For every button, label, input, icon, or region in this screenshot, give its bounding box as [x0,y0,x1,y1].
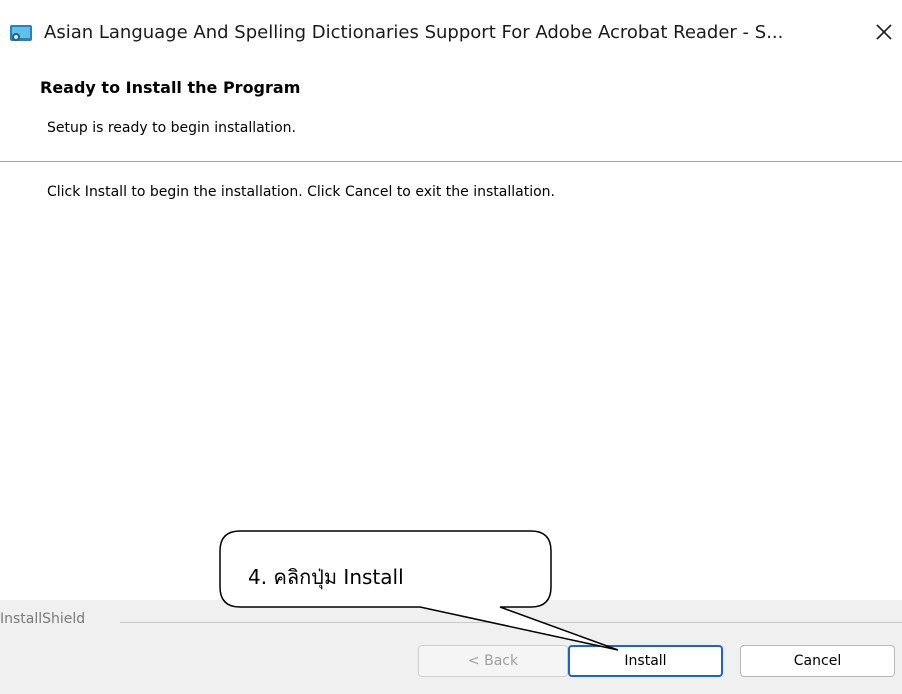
window-title: Asian Language And Spelling Dictionaries… [44,22,784,43]
instruction-text: Click Install to begin the installation.… [47,184,555,200]
page-subtitle: Setup is ready to begin installation. [47,120,296,136]
page-title: Ready to Install the Program [40,78,301,97]
installer-icon [10,25,32,41]
callout-text: 4. คลิกปุ่ม Install [248,565,404,589]
installer-window: Asian Language And Spelling Dictionaries… [0,0,902,694]
title-bar: Asian Language And Spelling Dictionaries… [0,0,902,58]
back-button[interactable]: < Back [418,645,568,677]
dialog-body: Click Install to begin the installation.… [0,162,902,622]
close-icon[interactable] [870,18,898,46]
installshield-brand: InstallShield [0,611,92,627]
dialog-footer: InstallShield < Back Install Cancel [0,600,902,694]
dialog-header: Ready to Install the Program Setup is re… [0,58,902,162]
install-button[interactable]: Install [568,645,723,677]
footer-divider [120,622,902,623]
cancel-button[interactable]: Cancel [740,645,895,677]
